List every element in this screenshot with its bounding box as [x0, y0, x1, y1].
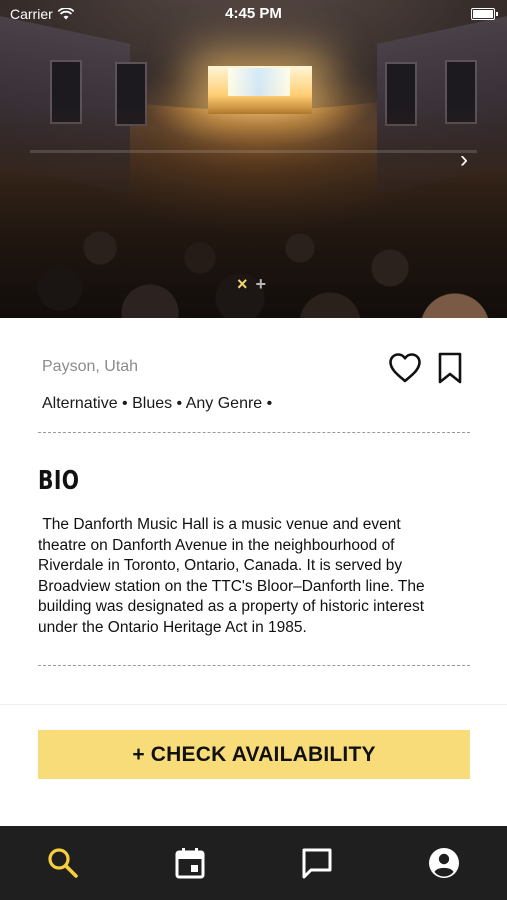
search-icon	[48, 848, 79, 878]
stage-screen	[228, 68, 290, 96]
battery-icon	[471, 8, 498, 20]
carousel-indicators[interactable]: × +	[237, 275, 267, 293]
tab-calendar[interactable]	[127, 826, 254, 900]
calendar-icon	[175, 848, 205, 879]
status-time: 4:45 PM	[225, 5, 282, 22]
divider	[38, 665, 470, 666]
venue-genres: Alternative • Blues • Any Genre •	[42, 395, 273, 412]
status-bar: Carrier 4:45 PM	[0, 0, 507, 28]
bookmark-icon[interactable]	[437, 352, 463, 384]
chevron-right-icon[interactable]: ›	[460, 148, 468, 172]
venue-location: Payson, Utah	[42, 358, 139, 375]
divider	[38, 432, 470, 433]
heart-icon[interactable]	[388, 352, 422, 384]
bio-heading: BIO	[38, 466, 80, 496]
tab-bar	[0, 826, 507, 900]
bio-text: The Danforth Music Hall is a music venue…	[38, 516, 425, 636]
profile-icon	[428, 848, 459, 878]
venue-hero-image	[0, 0, 507, 318]
tab-profile[interactable]	[380, 826, 507, 900]
carousel-indicator[interactable]: +	[256, 275, 267, 293]
chat-icon	[302, 848, 332, 879]
check-availability-button[interactable]: + CHECK AVAILABILITY	[38, 730, 470, 779]
carousel-indicator-active[interactable]: ×	[237, 275, 248, 293]
tab-search[interactable]	[0, 826, 127, 900]
action-panel-border	[0, 704, 507, 705]
tab-messages[interactable]	[254, 826, 381, 900]
